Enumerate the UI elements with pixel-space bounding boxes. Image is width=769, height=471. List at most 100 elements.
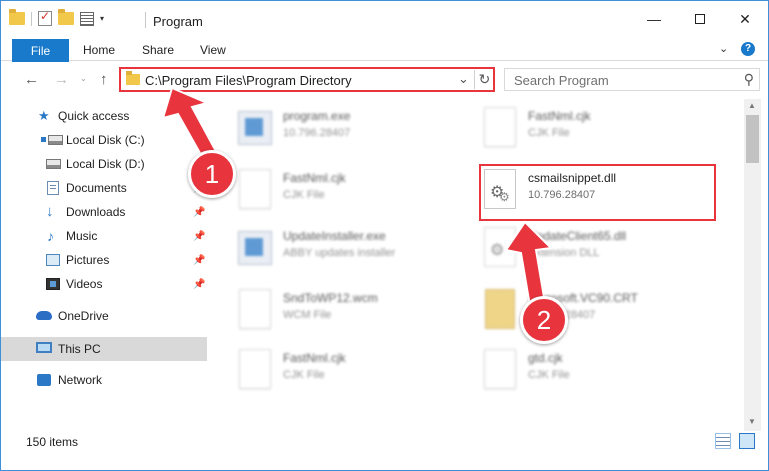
navigation-bar: ← → ⌄ ↑ C:\Program Files\Program Directo… xyxy=(1,62,768,97)
step-badge-2: 2 xyxy=(520,296,568,344)
file-name: SndToWP12.wcm xyxy=(283,291,378,305)
computer-icon xyxy=(36,342,52,353)
sidebar-item-this-pc[interactable]: This PC xyxy=(1,337,207,361)
pin-icon[interactable]: 📌 xyxy=(193,207,205,218)
window-title: Program xyxy=(153,14,203,29)
large-icons-view-icon[interactable] xyxy=(739,433,755,449)
tab-view[interactable]: View xyxy=(200,43,226,57)
file-item[interactable]: FastNml.cjk CJK File xyxy=(235,165,455,215)
file-item[interactable]: ⚙ UpdateClient65.dll Extension DLL xyxy=(480,223,700,273)
scroll-up-icon[interactable]: ▲ xyxy=(748,101,756,110)
sidebar-item-label: Music xyxy=(66,229,98,243)
sidebar-item-label: Pictures xyxy=(66,253,110,267)
properties-icon[interactable] xyxy=(80,11,94,26)
file-description: CJK File xyxy=(528,369,570,381)
expand-ribbon-chevron-icon[interactable]: ⌄ xyxy=(719,42,728,55)
minimize-icon: — xyxy=(647,11,661,27)
file-item[interactable]: FastNml.cjk CJK File xyxy=(480,103,700,153)
file-icon xyxy=(484,107,516,147)
sidebar-item-label: Videos xyxy=(66,277,103,291)
navigation-pane: ★ Quick access Local Disk (C:) 📌 Local D… xyxy=(1,99,207,431)
pin-icon[interactable]: 📌 xyxy=(193,135,205,146)
close-icon: ✕ xyxy=(739,10,751,27)
new-folder-icon[interactable] xyxy=(58,9,74,25)
sidebar-item-downloads[interactable]: ↓ Downloads 📌 xyxy=(1,201,207,223)
customize-toolbar-chevron-icon[interactable]: ▾ xyxy=(100,14,104,23)
title-divider xyxy=(145,12,146,28)
search-input[interactable]: Search Program ⚲ xyxy=(504,68,760,91)
recent-locations-chevron-icon[interactable]: ⌄ xyxy=(80,74,87,83)
highlight-box xyxy=(479,164,716,221)
vertical-scrollbar[interactable]: ▲ ▼ xyxy=(744,99,761,431)
pin-icon[interactable]: 📌 xyxy=(193,279,205,290)
sidebar-item-documents[interactable]: Documents 📌 xyxy=(1,177,207,199)
folder-icon xyxy=(9,9,25,25)
file-description: CJK File xyxy=(283,189,325,201)
file-list: program.exe 10.796.28407 FastNml.cjk CJK… xyxy=(208,99,744,431)
tab-home[interactable]: Home xyxy=(83,43,115,57)
maximize-button[interactable] xyxy=(677,1,723,37)
item-count: 150 items xyxy=(26,435,79,449)
disk-icon xyxy=(46,159,61,169)
documents-icon xyxy=(47,181,59,195)
exe-icon xyxy=(238,111,272,145)
up-arrow-icon[interactable]: ↑ xyxy=(100,71,108,88)
address-bar[interactable]: C:\Program Files\Program Directory ⌄ ↻ xyxy=(119,67,495,92)
file-item[interactable]: program.exe 10.796.28407 xyxy=(235,103,455,153)
file-description: 10.796.28407 xyxy=(283,127,351,139)
videos-icon xyxy=(46,278,60,290)
sidebar-item-label: Network xyxy=(58,373,103,387)
file-name: UpdateInstaller.exe xyxy=(283,229,386,243)
sidebar-item-label: OneDrive xyxy=(58,309,109,323)
ribbon-tabs: File Home Share View ⌄ ? xyxy=(1,37,768,62)
tab-share[interactable]: Share xyxy=(142,43,174,57)
sidebar-item-network[interactable]: Network xyxy=(1,369,207,391)
sidebar-item-label: Downloads xyxy=(66,205,126,219)
refresh-icon[interactable]: ↻ xyxy=(474,70,494,89)
file-name: gtd.cjk xyxy=(528,351,563,365)
details-view-icon[interactable] xyxy=(715,433,731,449)
sidebar-item-quick-access[interactable]: ★ Quick access xyxy=(1,105,207,127)
close-button[interactable]: ✕ xyxy=(722,1,768,37)
help-icon[interactable]: ? xyxy=(741,42,755,56)
folder-icon xyxy=(485,289,515,329)
pictures-icon xyxy=(46,254,60,266)
search-icon[interactable]: ⚲ xyxy=(744,71,754,88)
download-icon: ↓ xyxy=(46,203,54,220)
back-arrow-icon[interactable]: ← xyxy=(24,71,39,88)
file-name: program.exe xyxy=(283,109,351,123)
file-item[interactable]: gtd.cjk CJK File xyxy=(480,345,700,395)
file-name: FastNml.cjk xyxy=(283,351,346,365)
pin-icon[interactable]: 📌 xyxy=(193,231,205,242)
music-icon: ♪ xyxy=(47,228,54,244)
pin-icon[interactable]: 📌 xyxy=(193,255,205,266)
minimize-button[interactable]: — xyxy=(631,1,677,37)
sidebar-item-onedrive[interactable]: OneDrive xyxy=(1,305,207,327)
file-item[interactable]: SndToWP12.wcm WCM File xyxy=(235,285,455,335)
sidebar-item-pictures[interactable]: Pictures 📌 xyxy=(1,249,207,271)
sidebar-item-music[interactable]: ♪ Music 📌 xyxy=(1,225,207,247)
file-item[interactable]: Microsoft.VC90.CRT 10.796.28407 xyxy=(480,285,700,335)
file-item[interactable]: UpdateInstaller.exe ABBY updates install… xyxy=(235,223,455,273)
tab-file[interactable]: File xyxy=(12,39,69,62)
properties-check-icon[interactable] xyxy=(38,9,52,26)
explorer-window: ▾ Program — ✕ File Home Share View ⌄ ? ←… xyxy=(0,0,769,471)
sidebar-item-local-disk-c[interactable]: Local Disk (C:) 📌 xyxy=(1,129,207,151)
exe-icon xyxy=(238,231,272,265)
scrollbar-thumb[interactable] xyxy=(746,115,759,163)
cloud-icon xyxy=(36,311,52,320)
scroll-down-icon[interactable]: ▼ xyxy=(748,417,756,426)
address-path[interactable]: C:\Program Files\Program Directory xyxy=(145,73,352,88)
file-description: CJK File xyxy=(283,369,325,381)
network-icon xyxy=(37,374,51,386)
file-item[interactable]: FastNml.cjk CJK File xyxy=(235,345,455,395)
address-dropdown-chevron-icon[interactable]: ⌄ xyxy=(458,71,469,87)
sidebar-item-videos[interactable]: Videos 📌 xyxy=(1,273,207,295)
sidebar-item-local-disk-d[interactable]: Local Disk (D:) 📌 xyxy=(1,153,207,175)
forward-arrow-icon[interactable]: → xyxy=(54,71,69,88)
file-name: FastNml.cjk xyxy=(528,109,591,123)
dll-gear-icon: ⚙ xyxy=(484,227,516,267)
file-icon xyxy=(239,289,271,329)
file-name: UpdateClient65.dll xyxy=(528,229,627,243)
star-icon: ★ xyxy=(38,108,50,123)
